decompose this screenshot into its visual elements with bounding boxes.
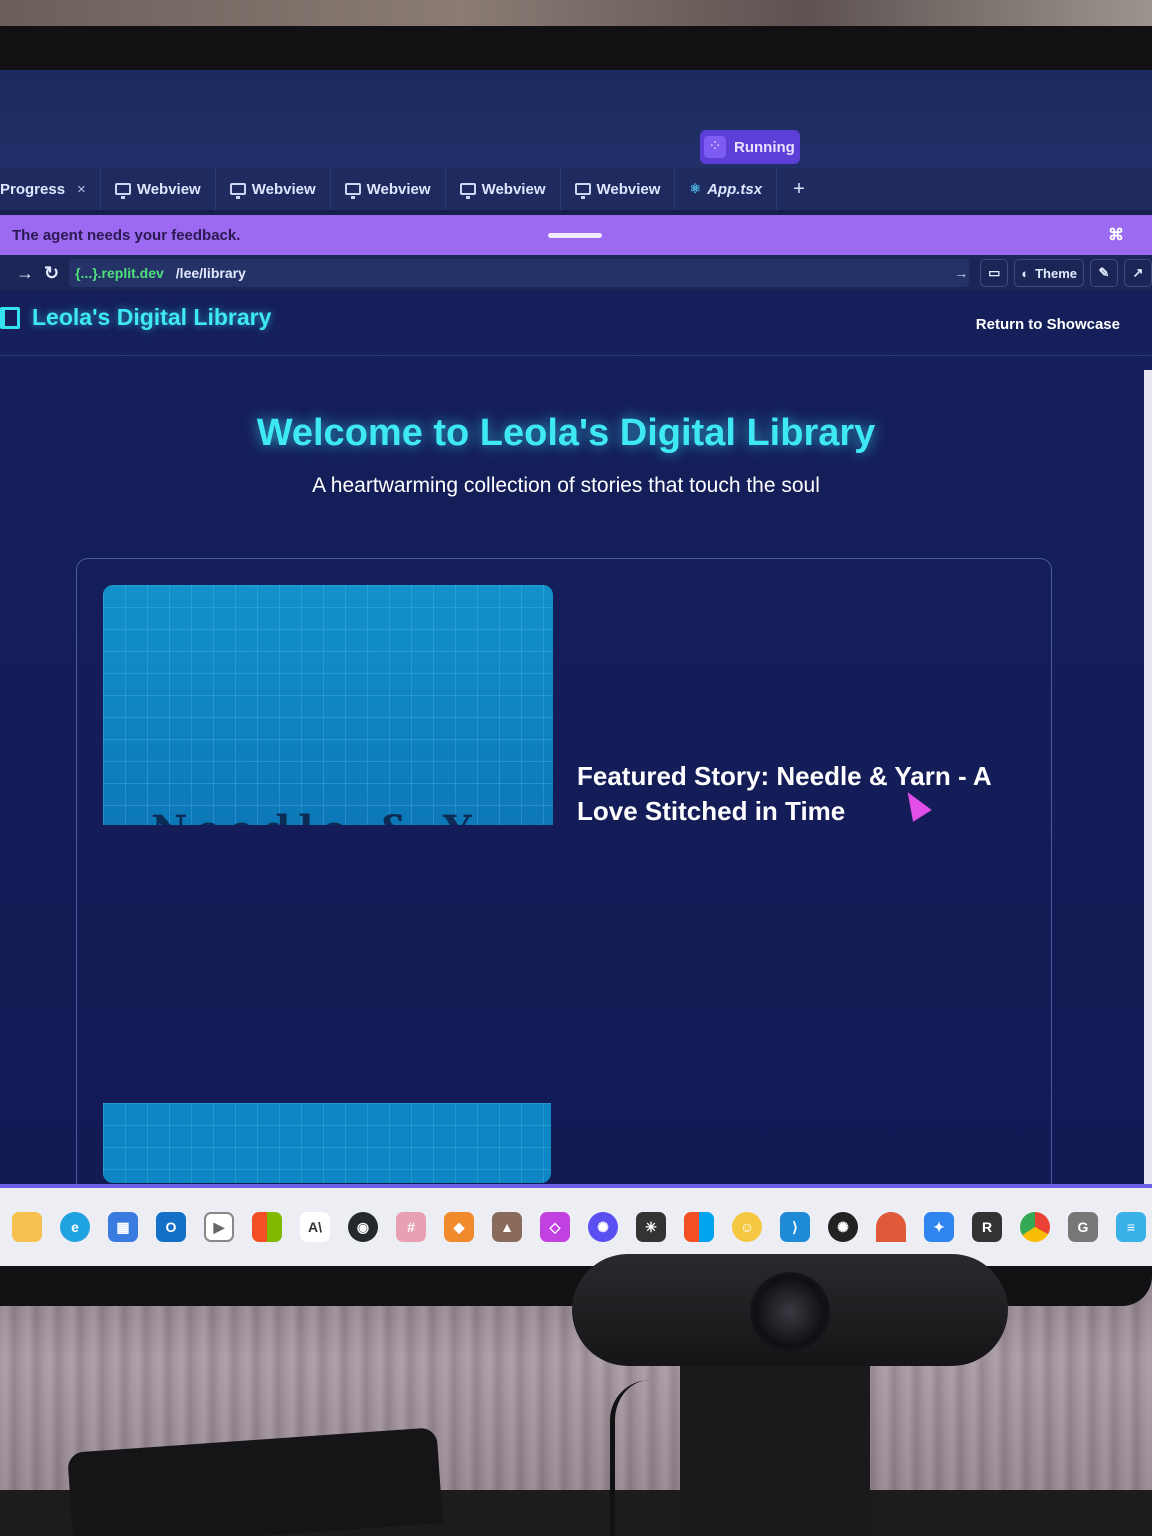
theme-button[interactable]: ◐ Theme bbox=[1014, 259, 1084, 287]
reload-icon[interactable]: ↻ bbox=[44, 263, 59, 284]
tab-label: Webview bbox=[251, 180, 316, 198]
app-icon[interactable]: ◇ bbox=[540, 1212, 570, 1242]
url-toolbar: → ▭ ◐ Theme ✎ ↗ bbox=[954, 259, 1152, 287]
app-icon[interactable]: G bbox=[1068, 1212, 1098, 1242]
run-button-label: Running bbox=[734, 138, 795, 156]
url-field[interactable]: {...}.replit.dev /lee/library bbox=[69, 259, 970, 287]
story-cover-image: Needle & Y bbox=[103, 585, 553, 825]
open-external-button[interactable]: ↗ bbox=[1124, 259, 1152, 287]
drag-handle[interactable] bbox=[548, 233, 602, 238]
monitor-icon bbox=[229, 183, 246, 199]
tab-progress[interactable]: Progress × bbox=[0, 168, 101, 210]
monitor-icon bbox=[114, 183, 131, 199]
anthropic-icon[interactable]: A\ bbox=[300, 1212, 330, 1242]
featured-story-title[interactable]: Featured Story: Needle & Yarn - A Love S… bbox=[577, 759, 997, 829]
feedback-banner[interactable]: The agent needs your feedback. ⌘ bbox=[0, 215, 1152, 255]
tab-label: Progress bbox=[0, 180, 66, 198]
replit-top-area: ⁘ Running bbox=[0, 70, 1152, 170]
devtools-button[interactable]: ✎ bbox=[1090, 259, 1118, 287]
app-icon[interactable]: ☺ bbox=[732, 1212, 762, 1242]
windows-taskbar: e ▦ O ▶ A\ ◉ # ◆ ▲ ◇ ✺ ✳ ☺ ⟩ ✺ ✦ R G ≡ bbox=[0, 1188, 1152, 1266]
run-button[interactable]: ⁘ Running bbox=[700, 130, 800, 164]
tab-webview[interactable]: Webview bbox=[331, 168, 446, 210]
file-explorer-icon[interactable] bbox=[12, 1212, 42, 1242]
tab-webview[interactable]: Webview bbox=[446, 168, 561, 210]
perplexity-icon[interactable]: ✳ bbox=[636, 1212, 666, 1242]
tab-webview[interactable]: Webview bbox=[101, 168, 216, 210]
story-cover-image-lower bbox=[103, 1103, 551, 1183]
webcam-lens bbox=[750, 1272, 830, 1352]
brand[interactable]: Leola's Digital Library bbox=[0, 304, 271, 331]
monitor-bezel: ⁘ Running Progress × Webview Webview Web… bbox=[0, 26, 1152, 1306]
chatgpt-icon[interactable]: ✺ bbox=[588, 1212, 618, 1242]
add-tab-button[interactable]: + bbox=[777, 178, 821, 201]
app-icon[interactable]: ▲ bbox=[492, 1212, 522, 1242]
tab-label: Webview bbox=[481, 180, 546, 198]
tab-webview[interactable]: Webview bbox=[561, 168, 676, 210]
go-icon[interactable]: → bbox=[954, 265, 968, 281]
workspace-tabbar: Progress × Webview Webview Webview Webvi… bbox=[0, 168, 1152, 210]
book-icon bbox=[0, 306, 20, 329]
chatgpt-icon[interactable]: ✺ bbox=[828, 1212, 858, 1242]
url-path: /lee/library bbox=[175, 265, 246, 281]
microsoft-icon[interactable] bbox=[252, 1212, 282, 1242]
notepad-icon[interactable]: ≡ bbox=[1116, 1212, 1146, 1242]
feedback-text: The agent needs your feedback. bbox=[12, 226, 241, 244]
tab-label: Webview bbox=[366, 180, 431, 198]
tab-label: Webview bbox=[596, 180, 661, 198]
cover-title: Needle & Y bbox=[151, 807, 553, 825]
store-icon[interactable]: ▦ bbox=[108, 1212, 138, 1242]
device-button[interactable]: ▭ bbox=[980, 259, 1009, 287]
react-icon: ⚛ bbox=[689, 181, 702, 196]
app-icon[interactable] bbox=[876, 1212, 906, 1242]
url-host: {...}.replit.dev bbox=[75, 265, 164, 281]
palette-icon: ◐ bbox=[1021, 265, 1030, 281]
webcam-mount bbox=[680, 1360, 870, 1536]
webcam-cable bbox=[610, 1380, 680, 1536]
scrollbar[interactable] bbox=[1144, 370, 1152, 1230]
external-link-icon: ↗ bbox=[1132, 265, 1144, 280]
featured-story-card[interactable]: Needle & Y Featured Story: Needle & Yarn… bbox=[76, 558, 1052, 1206]
page-subtitle: A heartwarming collection of stories tha… bbox=[312, 474, 820, 497]
slack-icon[interactable]: # bbox=[396, 1212, 426, 1242]
monitor-icon: ▭ bbox=[988, 265, 1001, 280]
monitor-icon bbox=[344, 183, 361, 199]
close-icon[interactable]: × bbox=[77, 181, 86, 198]
media-player-icon[interactable]: ▶ bbox=[204, 1212, 234, 1242]
theme-label: Theme bbox=[1035, 265, 1077, 281]
wrench-icon: ✎ bbox=[1098, 265, 1110, 280]
replit-icon[interactable]: R bbox=[972, 1212, 1002, 1242]
forward-icon[interactable]: → bbox=[16, 263, 34, 284]
webview-urlbar: → ↻ {...}.replit.dev /lee/library → ▭ ◐ … bbox=[0, 255, 1152, 291]
app-header: Leola's Digital Library Return to Showca… bbox=[0, 292, 1152, 356]
github-icon[interactable]: ◉ bbox=[348, 1212, 378, 1242]
library-app: Leola's Digital Library Return to Showca… bbox=[0, 292, 1152, 1206]
edge-icon[interactable]: e bbox=[60, 1212, 90, 1242]
app-icon[interactable]: ◆ bbox=[444, 1212, 474, 1242]
monitor-screen: ⁘ Running Progress × Webview Webview Web… bbox=[0, 70, 1152, 1266]
tab-label: App.tsx bbox=[707, 180, 763, 198]
webcam bbox=[572, 1254, 1008, 1366]
monitor-icon bbox=[574, 183, 591, 199]
page-title: Welcome to Leola's Digital Library bbox=[256, 412, 876, 454]
running-icon: ⁘ bbox=[704, 136, 726, 158]
tab-label: Webview bbox=[136, 180, 201, 198]
return-to-showcase-link[interactable]: Return to Showcase bbox=[976, 316, 1120, 333]
chat-icon[interactable]: ⌘ bbox=[1108, 225, 1124, 245]
vscode-icon[interactable]: ⟩ bbox=[780, 1212, 810, 1242]
outlook-icon[interactable]: O bbox=[156, 1212, 186, 1242]
monitor-icon bbox=[459, 183, 476, 199]
chrome-icon[interactable] bbox=[1020, 1212, 1050, 1242]
tab-webview[interactable]: Webview bbox=[216, 168, 331, 210]
microsoft-365-icon[interactable] bbox=[684, 1212, 714, 1242]
bluesky-icon[interactable]: ✦ bbox=[924, 1212, 954, 1242]
tab-app-tsx[interactable]: ⚛ App.tsx bbox=[675, 168, 778, 210]
brand-title: Leola's Digital Library bbox=[32, 304, 272, 330]
